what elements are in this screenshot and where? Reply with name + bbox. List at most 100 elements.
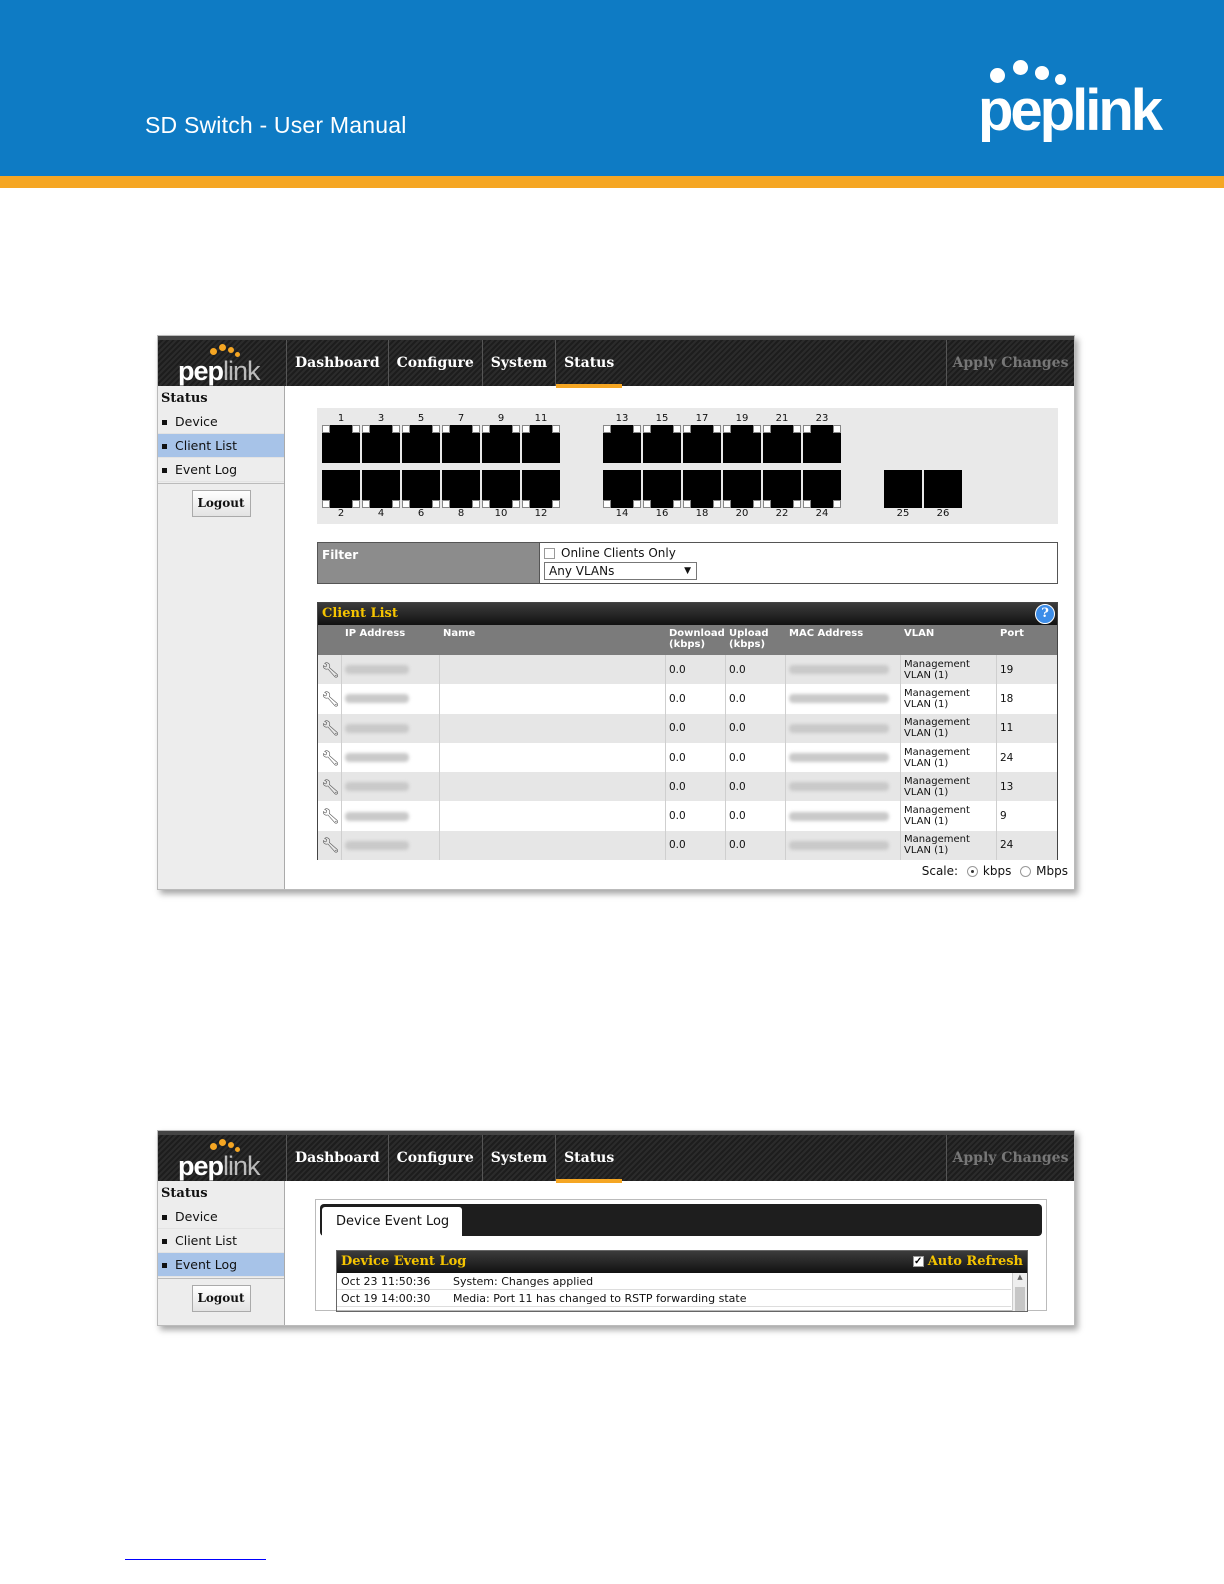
switch-port-odd[interactable] — [522, 425, 560, 463]
switch-port-odd[interactable] — [402, 425, 440, 463]
switch-port-odd[interactable] — [803, 425, 841, 463]
col-download[interactable]: Download (kbps) — [666, 625, 726, 655]
switch-port-even[interactable] — [603, 470, 641, 508]
upload-value: 0.0 — [726, 684, 786, 714]
online-clients-only-checkbox[interactable] — [544, 548, 555, 559]
peplink-logo[interactable]: peplink — [178, 344, 278, 388]
nav-configure[interactable]: Configure — [387, 1135, 482, 1181]
switch-port-even[interactable] — [402, 470, 440, 508]
sfp-port[interactable] — [884, 470, 922, 508]
table-row[interactable]: 🔧︎ 0.0 0.0 Management VLAN (1) 9 — [318, 801, 1057, 831]
table-row[interactable]: 🔧︎ 0.0 0.0 Management VLAN (1) 18 — [318, 684, 1057, 714]
switch-port-odd[interactable] — [643, 425, 681, 463]
scale-kbps-radio[interactable] — [966, 866, 978, 877]
switch-port-odd[interactable] — [322, 425, 360, 463]
table-row[interactable]: 🔧︎ 0.0 0.0 Management VLAN (1) 24 — [318, 830, 1057, 861]
scale-kbps-label: kbps — [982, 864, 1012, 878]
port-value: 24 — [1000, 751, 1014, 764]
col-ip-address[interactable]: IP Address — [342, 625, 440, 655]
port-number-label: 17 — [695, 413, 709, 424]
scale-mbps-radio[interactable] — [1020, 866, 1032, 877]
peplink-logo[interactable]: peplink — [178, 1139, 278, 1183]
nav-status[interactable]: Status — [555, 1135, 623, 1183]
vlan-select[interactable]: Any VLANs ▼ — [544, 562, 697, 580]
upload-value: 0.0 — [726, 801, 786, 831]
sidebar-item-client-list[interactable]: Client List — [158, 1229, 284, 1253]
help-icon[interactable]: ? — [1035, 604, 1055, 624]
table-row[interactable]: 🔧︎ 0.0 0.0 Management VLAN (1) 13 — [318, 772, 1057, 802]
col-upload[interactable]: Upload (kbps) — [726, 625, 786, 655]
port-number-label: 2 — [337, 508, 345, 519]
sidebar-item-device[interactable]: Device — [158, 1205, 284, 1229]
vlan-value: Management VLAN (1) — [904, 834, 970, 857]
vlan-value: Management VLAN (1) — [904, 687, 970, 710]
wrench-icon[interactable]: 🔧︎ — [321, 690, 340, 708]
nav-status[interactable]: Status — [555, 340, 623, 388]
switch-port-even[interactable] — [522, 470, 560, 508]
apply-changes-button[interactable]: Apply Changes — [946, 1135, 1074, 1181]
apply-changes-button[interactable]: Apply Changes — [946, 340, 1074, 386]
sidebar-item-event-log[interactable]: Event Log — [158, 458, 284, 482]
sfp-port[interactable] — [924, 470, 962, 508]
switch-port-even[interactable] — [322, 470, 360, 508]
wrench-icon[interactable]: 🔧︎ — [321, 807, 340, 825]
nav-configure[interactable]: Configure — [387, 340, 482, 386]
switch-port-odd[interactable] — [723, 425, 761, 463]
sidebar-item-client-list[interactable]: Client List — [158, 434, 284, 458]
port-number-label: 9 — [497, 413, 505, 424]
logo-text-main: pep — [178, 356, 224, 386]
switch-port-even[interactable] — [803, 470, 841, 508]
tab-device-event-log[interactable]: Device Event Log — [322, 1207, 462, 1236]
nav-system[interactable]: System — [481, 340, 555, 386]
logo-text-light: link — [223, 356, 261, 386]
switch-port-even[interactable] — [442, 470, 480, 508]
col-mac-address[interactable]: MAC Address — [786, 625, 901, 655]
auto-refresh-checkbox[interactable]: ✓ — [912, 1256, 924, 1267]
upload-value: 0.0 — [726, 830, 786, 861]
wrench-icon[interactable]: 🔧︎ — [321, 719, 340, 737]
scrollbar-thumb[interactable] — [1015, 1287, 1025, 1311]
sidebar-item-device[interactable]: Device — [158, 410, 284, 434]
switch-port-odd[interactable] — [683, 425, 721, 463]
switch-port-even[interactable] — [683, 470, 721, 508]
vlan-value: Management VLAN (1) — [904, 775, 970, 798]
nav-system[interactable]: System — [481, 1135, 555, 1181]
sidebar-item-event-log[interactable]: Event Log — [158, 1253, 284, 1277]
logout-button[interactable]: Logout — [191, 490, 251, 517]
switch-port-odd[interactable] — [763, 425, 801, 463]
wrench-icon[interactable]: 🔧︎ — [321, 661, 340, 679]
nav-dashboard[interactable]: Dashboard — [286, 340, 388, 386]
switch-port-odd[interactable] — [362, 425, 400, 463]
table-row[interactable]: 🔧︎ 0.0 0.0 Management VLAN (1) 11 — [318, 713, 1057, 743]
wrench-icon[interactable]: 🔧︎ — [321, 778, 340, 796]
col-vlan[interactable]: VLAN — [901, 625, 997, 655]
switch-port-odd[interactable] — [482, 425, 520, 463]
client-list-title: Client List — [322, 606, 398, 621]
scale-mbps-label: Mbps — [1036, 864, 1068, 878]
wrench-icon[interactable]: 🔧︎ — [321, 836, 340, 854]
switch-port-even[interactable] — [362, 470, 400, 508]
wrench-icon[interactable]: 🔧︎ — [321, 749, 340, 767]
switch-port-even[interactable] — [643, 470, 681, 508]
switch-port-even[interactable] — [482, 470, 520, 508]
switch-port-odd[interactable] — [603, 425, 641, 463]
scroll-up-icon[interactable]: ▲ — [1013, 1273, 1027, 1281]
col-port[interactable]: Port — [997, 625, 1057, 655]
vlan-value: Management VLAN (1) — [904, 658, 970, 681]
logo-text-main: pep — [178, 1151, 224, 1181]
col-name[interactable]: Name — [440, 625, 666, 655]
port-number-label: 4 — [377, 508, 385, 519]
manual-header: SD Switch - User Manual peplink — [0, 0, 1224, 176]
table-row[interactable]: 🔧︎ 0.0 0.0 Management VLAN (1) 19 — [318, 655, 1057, 685]
logout-button[interactable]: Logout — [191, 1285, 251, 1312]
redacted-mac-address — [789, 694, 889, 704]
switch-port-odd[interactable] — [442, 425, 480, 463]
nav-dashboard[interactable]: Dashboard — [286, 1135, 388, 1181]
download-value: 0.0 — [666, 742, 726, 773]
switch-port-even[interactable] — [763, 470, 801, 508]
table-row[interactable]: 🔧︎ 0.0 0.0 Management VLAN (1) 24 — [318, 742, 1057, 773]
redacted-ip-address — [345, 753, 409, 763]
filter-label: Filter — [318, 543, 540, 583]
scrollbar[interactable]: ▲ — [1012, 1273, 1027, 1311]
switch-port-even[interactable] — [723, 470, 761, 508]
